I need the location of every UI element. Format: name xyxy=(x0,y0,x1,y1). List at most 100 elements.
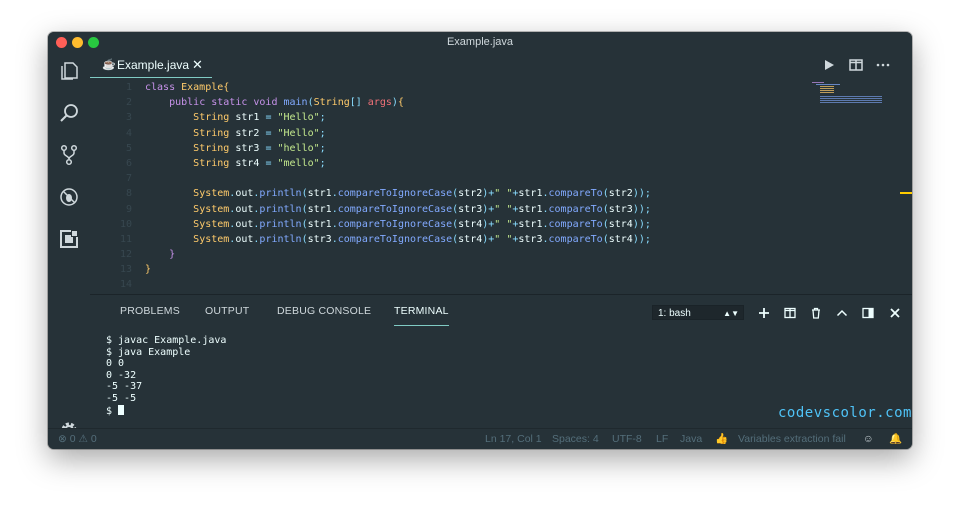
source-control-icon[interactable] xyxy=(58,144,80,166)
editor-actions xyxy=(822,52,912,78)
more-icon[interactable] xyxy=(876,58,890,72)
debug-icon[interactable] xyxy=(58,186,80,208)
split-terminal-icon[interactable] xyxy=(784,307,796,319)
line-number: 5 xyxy=(125,142,132,154)
code-line: String str1 = "Hello"; xyxy=(145,110,795,125)
code-token: str2 xyxy=(458,188,483,200)
title-bar: Example.java xyxy=(48,32,912,52)
feedback-icon[interactable]: ☺ xyxy=(863,429,874,449)
line-numbers: 1 2 3 4 5 6 7 8 9 10 11 12 13 14 xyxy=(90,80,146,290)
status-bar: ⊗ 0 ⚠ 0 Ln 17, Col 1 Spaces: 4 UTF-8 LF … xyxy=(48,428,912,449)
vscode-window: Example.java ☕ Example.java ✕ 1 2 3 4 5 … xyxy=(48,32,912,449)
code-token: compareToIgnoreCase xyxy=(337,203,453,215)
bell-icon[interactable]: 🔔 xyxy=(889,429,902,449)
code-token: compareTo xyxy=(548,233,603,245)
code-token: out xyxy=(235,203,254,215)
tab-problems[interactable]: PROBLEMS xyxy=(120,295,180,325)
watermark: codevscolor.com xyxy=(778,405,912,421)
split-editor-icon[interactable] xyxy=(849,58,863,72)
code-token: str1 xyxy=(518,203,543,215)
code-line: String str3 = "hello"; xyxy=(145,141,795,156)
code-token: )); xyxy=(632,233,651,245)
line-number: 14 xyxy=(119,279,132,291)
code-line: public static void main(String[] args){ xyxy=(145,95,795,110)
code-token: ; xyxy=(319,142,326,154)
close-window-button[interactable] xyxy=(56,37,67,48)
code-token: class xyxy=(145,82,182,93)
code-token: compareTo xyxy=(548,218,603,230)
code-editor[interactable]: class Example{ public static void main(S… xyxy=(145,80,795,288)
terminal-output[interactable]: $ javac Example.java $ java Example 0 00 -… xyxy=(106,335,706,420)
code-token: [] xyxy=(349,97,368,109)
code-token: " " xyxy=(494,218,513,230)
tab-example-java[interactable]: ☕ Example.java ✕ xyxy=(90,52,212,78)
tab-label: Example.java xyxy=(117,58,190,72)
code-token: str3 xyxy=(518,233,543,245)
code-token: System xyxy=(193,233,230,245)
terminal-line: -5 -5 xyxy=(106,392,137,404)
code-token: ; xyxy=(319,127,326,139)
code-line: class Example{ xyxy=(145,80,795,95)
code-line: System.out.println(str1.compareToIgnoreC… xyxy=(145,202,795,217)
close-panel-icon[interactable] xyxy=(889,307,901,319)
search-icon[interactable] xyxy=(58,102,80,124)
run-icon[interactable] xyxy=(822,58,836,72)
code-token: println xyxy=(259,188,302,200)
indentation[interactable]: Spaces: 4 xyxy=(552,429,599,449)
tab-output[interactable]: OUTPUT xyxy=(205,295,249,325)
language-mode[interactable]: Java xyxy=(680,429,702,449)
code-token: = xyxy=(265,142,278,154)
code-line: String str4 = "mello"; xyxy=(145,156,795,171)
window-title: Example.java xyxy=(446,36,514,48)
code-token: compareToIgnoreCase xyxy=(337,188,453,200)
cursor-position[interactable]: Ln 17, Col 1 xyxy=(485,429,542,449)
terminal-line: $ xyxy=(106,404,706,417)
minimize-window-button[interactable] xyxy=(72,37,83,48)
code-token: )); xyxy=(632,203,651,215)
code-token: )); xyxy=(632,188,651,200)
error-icon: ⊗ xyxy=(58,433,67,445)
code-token: String xyxy=(193,112,236,124)
code-token: "Hello" xyxy=(277,127,320,139)
chevron-updown-icon: ▲▼ xyxy=(723,309,739,318)
end-of-line[interactable]: LF xyxy=(656,429,668,449)
line-number: 2 xyxy=(125,97,132,109)
maximize-panel-icon[interactable] xyxy=(862,307,874,319)
code-token: )+ xyxy=(482,188,495,200)
tab-debug-console[interactable]: DEBUG CONSOLE xyxy=(277,295,371,325)
code-token: Example xyxy=(181,82,224,93)
code-token: } xyxy=(145,264,152,276)
code-token: String xyxy=(193,127,236,139)
terminal-select[interactable]: 1: bash ▲▼ xyxy=(652,305,744,320)
line-number: 7 xyxy=(125,173,132,185)
code-token: println xyxy=(259,233,302,245)
close-icon[interactable]: ✕ xyxy=(192,52,203,78)
scrollbar-marker xyxy=(900,192,912,194)
tab-terminal[interactable]: TERMINAL xyxy=(394,295,449,326)
add-terminal-icon[interactable] xyxy=(758,307,770,319)
terminal-line: $ javac Example.java xyxy=(106,335,227,346)
trash-icon[interactable] xyxy=(810,307,822,319)
code-token: out xyxy=(235,233,254,245)
code-token: = xyxy=(265,127,278,139)
minimap[interactable] xyxy=(812,80,882,104)
extensions-icon[interactable] xyxy=(58,228,80,250)
code-token: String xyxy=(313,97,350,109)
code-token: " " xyxy=(494,203,513,215)
code-token: str3 xyxy=(235,142,266,154)
code-token: str1 xyxy=(307,203,332,215)
maximize-window-button[interactable] xyxy=(88,37,99,48)
thumbs-icon[interactable]: 👍 xyxy=(715,429,728,449)
code-token: str3 xyxy=(307,233,332,245)
explorer-icon[interactable] xyxy=(58,60,80,82)
code-token: " " xyxy=(494,233,513,245)
chevron-up-icon[interactable] xyxy=(836,307,848,319)
code-token: str1 xyxy=(518,188,543,200)
encoding[interactable]: UTF-8 xyxy=(612,429,642,449)
errors-status[interactable]: ⊗ 0 ⚠ 0 xyxy=(58,429,97,449)
status-message[interactable]: Variables extraction fail xyxy=(738,429,846,449)
